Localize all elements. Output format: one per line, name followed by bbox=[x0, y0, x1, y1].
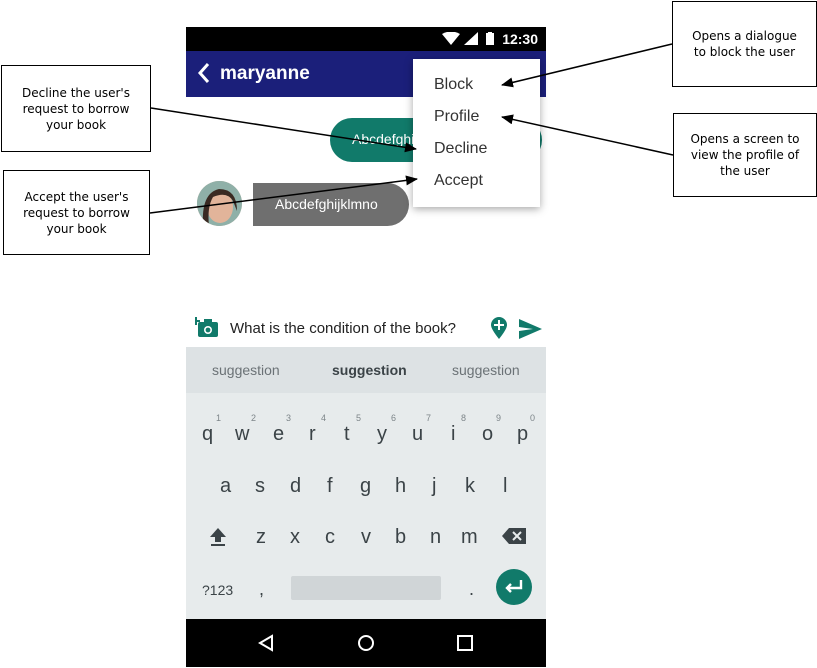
shift-icon[interactable] bbox=[209, 527, 227, 547]
key-hint: 6 bbox=[391, 413, 397, 423]
key-y[interactable]: y bbox=[377, 423, 387, 446]
back-nav-icon[interactable] bbox=[258, 634, 274, 652]
message-input[interactable]: What is the condition of the book? bbox=[230, 320, 456, 337]
key-z[interactable]: z bbox=[256, 526, 266, 549]
key-x[interactable]: x bbox=[290, 526, 300, 549]
arrow-accept bbox=[149, 175, 418, 214]
key-w[interactable]: w bbox=[235, 423, 249, 446]
period-key[interactable]: . bbox=[469, 579, 474, 600]
recents-nav-icon[interactable] bbox=[457, 635, 473, 651]
key-hint: 9 bbox=[496, 413, 502, 423]
space-bar[interactable] bbox=[291, 576, 441, 600]
compose-bar: What is the condition of the book? bbox=[186, 312, 546, 346]
suggestion-left[interactable]: suggestion bbox=[212, 362, 280, 378]
symbols-key[interactable]: ?123 bbox=[202, 582, 233, 598]
key-f[interactable]: f bbox=[327, 475, 333, 498]
suggestion-right[interactable]: suggestion bbox=[452, 362, 520, 378]
key-hint: 8 bbox=[461, 413, 467, 423]
home-nav-icon[interactable] bbox=[357, 634, 375, 652]
enter-key[interactable] bbox=[496, 569, 532, 605]
key-l[interactable]: l bbox=[503, 475, 507, 498]
add-location-icon[interactable] bbox=[491, 317, 507, 339]
suggestion-center[interactable]: suggestion bbox=[332, 362, 407, 378]
key-hint: 3 bbox=[286, 413, 292, 423]
key-g[interactable]: g bbox=[360, 475, 371, 498]
key-u[interactable]: u bbox=[412, 423, 423, 446]
keyboard: suggestion suggestion suggestion 1 2 3 4… bbox=[186, 347, 546, 619]
backspace-icon[interactable] bbox=[502, 528, 526, 544]
key-o[interactable]: o bbox=[482, 423, 493, 446]
key-v[interactable]: v bbox=[361, 526, 371, 549]
key-q[interactable]: q bbox=[202, 423, 213, 446]
send-icon[interactable] bbox=[519, 319, 542, 339]
key-m[interactable]: m bbox=[461, 526, 478, 549]
key-n[interactable]: n bbox=[430, 526, 441, 549]
key-j[interactable]: j bbox=[432, 475, 436, 498]
key-hint: 0 bbox=[530, 413, 536, 423]
key-hint: 2 bbox=[251, 413, 257, 423]
key-t[interactable]: t bbox=[344, 423, 350, 446]
enter-icon bbox=[505, 580, 523, 593]
arrow-profile bbox=[501, 114, 674, 156]
key-a[interactable]: a bbox=[220, 475, 231, 498]
suggestion-bar: suggestion suggestion suggestion bbox=[186, 347, 546, 393]
key-k[interactable]: k bbox=[465, 475, 475, 498]
key-c[interactable]: c bbox=[325, 526, 335, 549]
key-h[interactable]: h bbox=[395, 475, 406, 498]
key-hint: 5 bbox=[356, 413, 362, 423]
add-photo-icon[interactable] bbox=[195, 316, 219, 338]
key-e[interactable]: e bbox=[273, 423, 284, 446]
key-hint: 7 bbox=[426, 413, 432, 423]
key-r[interactable]: r bbox=[309, 423, 316, 446]
key-s[interactable]: s bbox=[255, 475, 265, 498]
arrow-block bbox=[501, 43, 673, 88]
key-hint: 1 bbox=[216, 413, 222, 423]
key-b[interactable]: b bbox=[395, 526, 406, 549]
key-d[interactable]: d bbox=[290, 475, 301, 498]
key-hint: 4 bbox=[321, 413, 327, 423]
comma-key[interactable]: , bbox=[259, 579, 264, 600]
navigation-bar bbox=[186, 619, 546, 667]
key-p[interactable]: p bbox=[517, 423, 528, 446]
arrow-decline bbox=[150, 107, 417, 153]
key-i[interactable]: i bbox=[451, 423, 455, 446]
